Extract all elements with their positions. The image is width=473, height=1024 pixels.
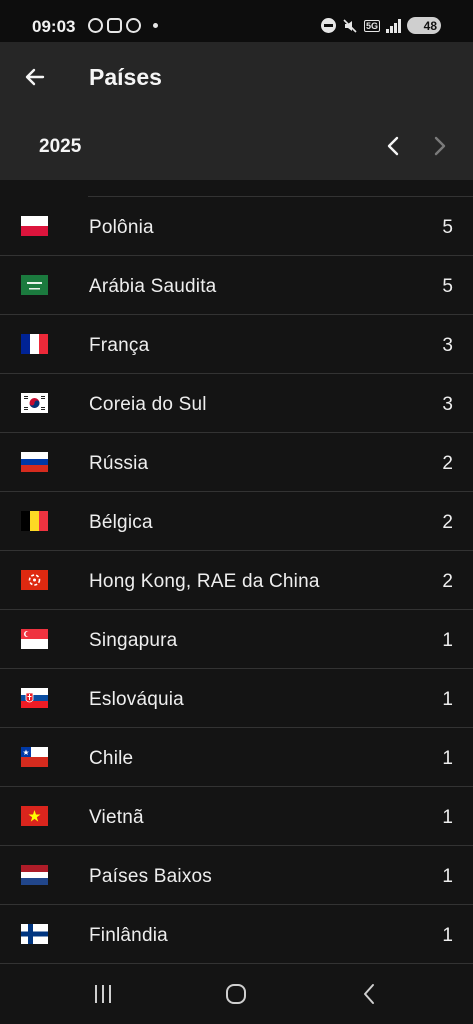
- list-item[interactable]: Eslováquia 1: [0, 669, 473, 728]
- country-name: Eslováquia: [89, 689, 184, 710]
- country-count: 5: [442, 217, 453, 238]
- previous-year-button[interactable]: [378, 131, 408, 161]
- slovakia-flag-icon: [21, 688, 48, 708]
- battery-icon: 48: [407, 17, 441, 34]
- country-name: Coreia do Sul: [89, 394, 207, 415]
- list-item[interactable]: Singapura 1: [0, 610, 473, 669]
- country-name: Hong Kong, RAE da China: [89, 571, 320, 592]
- status-right-icons: 5G 48: [320, 17, 441, 34]
- chevron-left-icon: [387, 136, 399, 156]
- france-flag-icon: [21, 334, 48, 354]
- list-item[interactable]: Finlândia 1: [0, 905, 473, 964]
- hong-kong-flag-icon: [21, 570, 48, 590]
- 5g-icon: 5G: [363, 19, 380, 32]
- signal-icon: [386, 18, 401, 33]
- country-count: 3: [442, 335, 453, 356]
- belgium-flag-icon: [21, 511, 48, 531]
- russia-flag-icon: [21, 452, 48, 472]
- dnd-icon: [320, 18, 336, 33]
- netherlands-flag-icon: [21, 865, 48, 885]
- chile-flag-icon: [21, 747, 48, 767]
- year-label: 2025: [39, 136, 82, 157]
- country-count: 1: [442, 925, 453, 946]
- list-item[interactable]: Países Baixos 1: [0, 846, 473, 905]
- chevron-right-icon: [434, 136, 446, 156]
- notification-icon: [88, 18, 103, 33]
- country-name: Singapura: [89, 630, 178, 651]
- recent-apps-icon[interactable]: [90, 982, 116, 1006]
- battery-level: 48: [423, 18, 437, 33]
- home-icon[interactable]: [224, 982, 248, 1006]
- list-item[interactable]: Vietnã 1: [0, 787, 473, 846]
- poland-flag-icon: [21, 216, 48, 236]
- back-icon[interactable]: [358, 982, 382, 1006]
- list-item[interactable]: Hong Kong, RAE da China 2: [0, 551, 473, 610]
- country-count: 1: [442, 807, 453, 828]
- country-count: 5: [442, 276, 453, 297]
- vietnam-flag-icon: [21, 806, 48, 826]
- country-count: 2: [442, 512, 453, 533]
- country-name: Finlândia: [89, 925, 168, 946]
- list-item[interactable]: Rússia 2: [0, 433, 473, 492]
- list-item[interactable]: França 3: [0, 315, 473, 374]
- country-name: Vietnã: [89, 807, 144, 828]
- country-count: 1: [442, 689, 453, 710]
- list-item[interactable]: Polônia 5: [0, 197, 473, 256]
- singapore-flag-icon: [21, 629, 48, 649]
- country-count: 3: [442, 394, 453, 415]
- arrow-left-icon: [25, 68, 45, 86]
- country-name: Rússia: [89, 453, 149, 474]
- system-nav-bar: [0, 966, 473, 1024]
- saudi-arabia-flag-icon: [21, 275, 48, 295]
- country-count: 2: [442, 571, 453, 592]
- list-item[interactable]: Coreia do Sul 3: [0, 374, 473, 433]
- accessibility-icon: [126, 18, 141, 33]
- status-bar: 09:03 5G 48: [0, 0, 473, 42]
- country-list[interactable]: Polônia 5 Arábia Saudita 5 França 3 Core…: [0, 180, 473, 966]
- app-bar: Países: [0, 42, 473, 114]
- mute-icon: [343, 18, 357, 33]
- country-count: 2: [442, 453, 453, 474]
- next-year-button[interactable]: [425, 131, 455, 161]
- list-item[interactable]: Bélgica 2: [0, 492, 473, 551]
- country-name: Polônia: [89, 217, 154, 238]
- status-time: 09:03: [32, 17, 76, 36]
- page-title: Países: [89, 64, 162, 90]
- year-selector: 2025: [0, 114, 473, 180]
- country-name: Arábia Saudita: [89, 276, 217, 297]
- back-button[interactable]: [18, 60, 52, 94]
- list-item[interactable]: Chile 1: [0, 728, 473, 787]
- country-count: 1: [442, 748, 453, 769]
- list-item[interactable]: Arábia Saudita 5: [0, 256, 473, 315]
- screenshot-icon: [107, 18, 122, 33]
- country-count: 1: [442, 630, 453, 651]
- country-name: Países Baixos: [89, 866, 212, 887]
- finland-flag-icon: [21, 924, 48, 944]
- status-left-icons: [88, 18, 158, 33]
- country-name: Chile: [89, 748, 134, 769]
- country-name: Bélgica: [89, 512, 153, 533]
- south-korea-flag-icon: [21, 393, 48, 413]
- country-name: França: [89, 335, 150, 356]
- dot-icon: [153, 23, 158, 28]
- country-count: 1: [442, 866, 453, 887]
